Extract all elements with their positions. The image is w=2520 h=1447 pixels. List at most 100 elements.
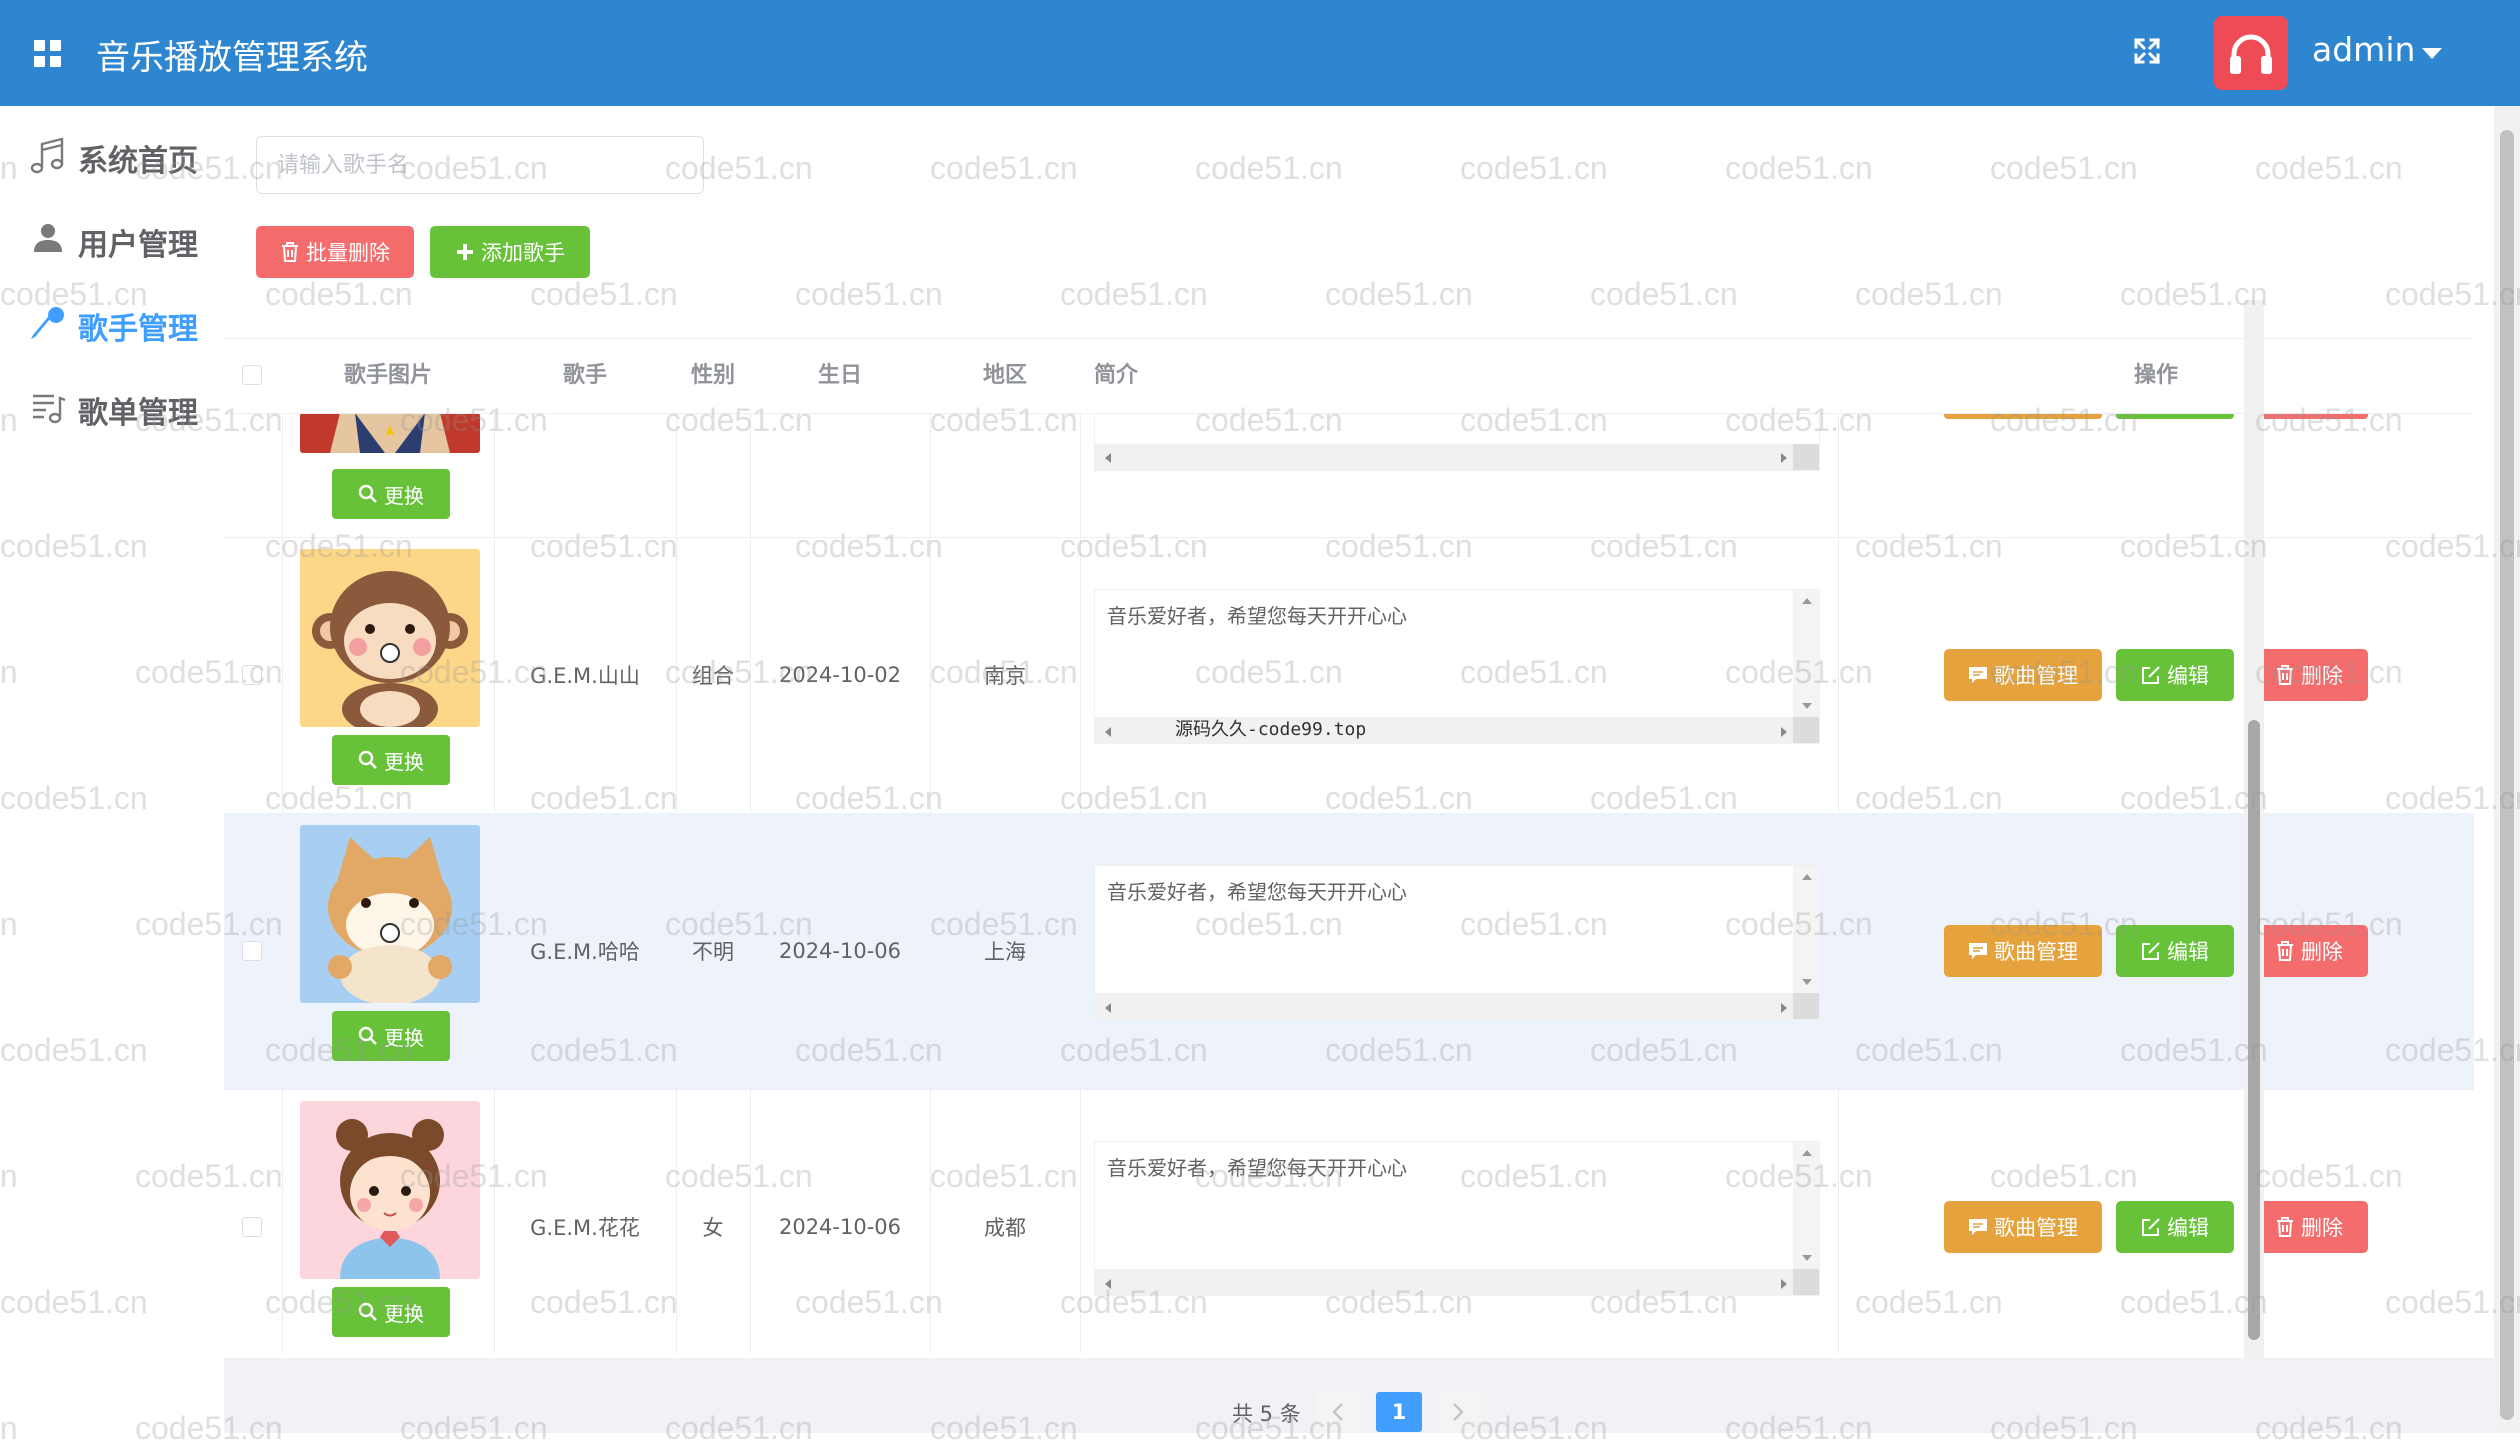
batch-delete-button[interactable]: 批量删除 (256, 226, 414, 278)
trash-icon (282, 242, 298, 262)
singer-sex: 女 (702, 1216, 724, 1240)
table-row: 更换 G.E.M.山山 组合 2024-10-02 南京 音乐爱好者，希望您每天… (224, 537, 2474, 814)
trash-icon (2277, 665, 2293, 685)
add-singer-label: 添加歌手 (481, 241, 565, 265)
songs-button[interactable]: 歌曲管理 (1944, 649, 2102, 701)
edit-button[interactable]: 编辑 (2116, 649, 2234, 701)
change-image-button[interactable]: 更换 (332, 1011, 450, 1061)
table-row: 更换 G.E.M.哈哈 不明 2024-10-06 上海 音乐爱好者，希望您每天… (224, 813, 2474, 1090)
singer-intro: 音乐爱好者，希望您每天开开心心 (1107, 1156, 1407, 1180)
search-icon (358, 1302, 377, 1321)
sidebar-item-playlists[interactable]: 歌单管理 (28, 376, 224, 432)
change-image-button[interactable]: 更换 (332, 735, 450, 785)
pagination: 共 5 条 1 (224, 1358, 2494, 1433)
edit-button[interactable]: 编辑 (2116, 925, 2234, 977)
intro-scroll-box[interactable] (1094, 413, 1820, 471)
sidebar-item-users[interactable]: 用户管理 (28, 208, 224, 264)
sidebar-item-singers[interactable]: 歌手管理 (28, 292, 224, 348)
singer-birth: 2024-10-02 (778, 663, 902, 687)
change-image-button[interactable]: 更换 (332, 1287, 450, 1337)
trash-icon (2277, 941, 2293, 961)
singer-name: G.E.M.山山 (530, 664, 640, 688)
main-content: 批量删除 添加歌手 更换 (224, 106, 2500, 1433)
chevron-left-icon (1332, 1403, 1343, 1421)
edit-icon (2142, 666, 2160, 684)
top-header: 音乐播放管理系统 admin (0, 0, 2520, 106)
singer-birth: 2024-10-06 (778, 939, 902, 963)
singer-sex: 不明 (692, 940, 734, 964)
music-note-icon (30, 137, 64, 174)
table-scrollbar-thumb[interactable] (2248, 720, 2260, 1340)
total-count: 共 5 条 (1232, 1402, 1301, 1426)
table-scrollbar[interactable] (2244, 300, 2264, 1364)
sidebar-item-home[interactable]: 系统首页 (28, 124, 224, 180)
intro-scroll-box[interactable]: 音乐爱好者，希望您每天开开心心 (1094, 1141, 1820, 1296)
singer-intro: 音乐爱好者，希望您每天开开心心 (1107, 880, 1407, 904)
page-scrollbar-thumb[interactable] (2500, 130, 2514, 1420)
intro-scroll-box[interactable]: 音乐爱好者，希望您每天开开心心 (1094, 865, 1820, 1020)
column-header: 地区 (982, 363, 1027, 388)
row-checkbox[interactable] (242, 1217, 262, 1237)
prev-page-button[interactable] (1316, 1392, 1362, 1432)
delete-button[interactable]: 删除 (2250, 1201, 2368, 1253)
select-all-checkbox[interactable] (242, 365, 262, 385)
column-header: 性别 (690, 363, 735, 388)
sidebar: 系统首页 用户管理 歌手管理 歌单管理 (0, 106, 224, 1433)
singer-location: 南京 (984, 664, 1026, 688)
column-header: 歌手 (562, 363, 607, 388)
search-icon (358, 484, 377, 503)
singer-birth: 2024-10-06 (778, 1215, 902, 1239)
singer-intro: 音乐爱好者，希望您每天开开心心 (1107, 604, 1407, 628)
edit-icon (2142, 942, 2160, 960)
batch-delete-label: 批量删除 (306, 241, 390, 265)
singer-image (300, 413, 480, 453)
message-icon (1969, 667, 1987, 683)
scroll-overlay-text: 源码久久-code99.top (1175, 719, 1367, 740)
message-icon (1969, 1219, 1987, 1235)
singer-name: G.E.M.哈哈 (530, 940, 640, 964)
column-header: 操作 (2133, 363, 2178, 388)
intro-scroll-box[interactable]: 音乐爱好者，希望您每天开开心心 源码久久-code99.top (1094, 589, 1820, 744)
songs-button[interactable]: 歌曲管理 (1944, 925, 2102, 977)
app-title: 音乐播放管理系统 (96, 38, 368, 78)
user-icon (34, 224, 62, 252)
caret-down-icon[interactable] (2422, 48, 2442, 59)
headphones-icon (2230, 34, 2272, 74)
shiba-avatar (300, 825, 480, 1003)
delete-button[interactable]: 删除 (2250, 925, 2368, 977)
user-name[interactable]: admin (2312, 30, 2415, 69)
column-header: 歌手图片 (343, 363, 432, 388)
chevron-right-icon (1453, 1403, 1464, 1421)
sidebar-item-label: 用户管理 (78, 228, 198, 263)
search-input[interactable] (256, 136, 704, 194)
fullscreen-icon[interactable] (2132, 36, 2162, 66)
plus-icon (457, 244, 473, 260)
singer-table: 更换 更换 G.E.M.山山 组合 2024-10-02 南京 音乐爱好者，希望… (224, 338, 2474, 1366)
row-checkbox[interactable] (242, 665, 262, 685)
next-page-button[interactable] (1434, 1392, 1480, 1432)
page-scrollbar[interactable] (2494, 106, 2520, 1433)
search-icon (358, 750, 377, 769)
edit-icon (2142, 1218, 2160, 1236)
search-icon (358, 1026, 377, 1045)
row-checkbox[interactable] (242, 941, 262, 961)
trash-icon (2277, 1217, 2293, 1237)
page-number[interactable]: 1 (1376, 1392, 1422, 1432)
edit-button[interactable]: 编辑 (2116, 1201, 2234, 1253)
delete-button[interactable]: 删除 (2250, 649, 2368, 701)
avatar[interactable] (2214, 16, 2288, 90)
singer-location: 成都 (984, 1216, 1026, 1240)
table-row: 更换 G.E.M.花花 女 2024-10-06 成都 音乐爱好者，希望您每天开… (224, 1089, 2474, 1366)
sidebar-item-label: 歌单管理 (78, 396, 198, 431)
grid-menu-icon[interactable] (34, 40, 62, 68)
column-header: 简介 (1094, 363, 1139, 388)
playlist-icon (33, 394, 66, 424)
girl-avatar (300, 1101, 480, 1279)
change-image-button[interactable]: 更换 (332, 469, 450, 519)
songs-button[interactable]: 歌曲管理 (1944, 1201, 2102, 1253)
singer-sex: 组合 (692, 664, 734, 688)
column-header: 生日 (817, 363, 862, 388)
add-singer-button[interactable]: 添加歌手 (430, 226, 590, 278)
singer-location: 上海 (984, 940, 1026, 964)
sidebar-item-label: 系统首页 (78, 144, 198, 179)
